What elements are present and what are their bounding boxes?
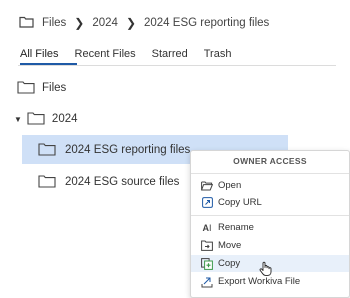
tree-label-esg-source: 2024 ESG source files [65, 176, 180, 188]
folder-icon [38, 142, 56, 159]
menu-label-copy: Copy [218, 258, 241, 269]
rename-icon: AI [202, 222, 212, 233]
tree-label-2024: 2024 [51, 113, 78, 125]
tab-starred[interactable]: Starred [152, 48, 188, 64]
menu-item-copy-url[interactable]: Copy URL [191, 194, 349, 211]
folder-open-icon [201, 180, 213, 192]
menu-divider [191, 173, 349, 174]
export-icon [201, 276, 213, 288]
tabs-divider [18, 65, 336, 66]
folder-icon [27, 111, 45, 128]
tab-trash[interactable]: Trash [204, 48, 232, 64]
file-tabs: All Files Recent Files Starred Trash [20, 48, 247, 64]
folder-icon [38, 174, 56, 191]
active-tab-indicator [20, 63, 77, 65]
menu-label-move: Move [218, 240, 242, 251]
caret-down-icon[interactable]: ▼ [14, 115, 22, 124]
tree-item-esg-source[interactable]: 2024 ESG source files [38, 174, 179, 190]
link-icon [201, 197, 213, 209]
breadcrumb-2024[interactable]: 2024 [92, 17, 118, 29]
folder-icon [17, 80, 35, 97]
tree-item-files[interactable]: Files [17, 80, 66, 96]
chevron-right-icon: ❯ [125, 16, 136, 30]
tree-label-esg-reporting: 2024 ESG reporting files [65, 144, 191, 156]
menu-item-open[interactable]: Open [191, 177, 349, 194]
tree-item-2024[interactable]: ▼ 2024 [14, 111, 78, 127]
breadcrumb-files[interactable]: Files [42, 17, 66, 29]
menu-header-owner-access: OWNER ACCESS [233, 156, 307, 166]
breadcrumb-current: 2024 ESG reporting files [144, 17, 270, 29]
copy-icon [201, 257, 213, 270]
menu-item-rename[interactable]: AI Rename [191, 219, 349, 236]
menu-divider [191, 215, 349, 216]
chevron-right-icon: ❯ [74, 16, 85, 30]
menu-label-rename: Rename [218, 222, 254, 233]
hand-cursor-icon [259, 261, 272, 281]
move-icon [201, 240, 213, 252]
tree-label-files: Files [42, 82, 67, 94]
tab-recent-files[interactable]: Recent Files [75, 48, 136, 64]
tab-all-files[interactable]: All Files [20, 48, 59, 64]
tree-item-esg-reporting[interactable]: 2024 ESG reporting files [38, 142, 190, 158]
menu-label-open: Open [218, 180, 242, 191]
folder-icon [19, 16, 34, 31]
breadcrumb: Files ❯ 2024 ❯ 2024 ESG reporting files [19, 13, 269, 33]
menu-item-move[interactable]: Move [191, 237, 349, 254]
menu-label-copy-url: Copy URL [218, 197, 262, 208]
